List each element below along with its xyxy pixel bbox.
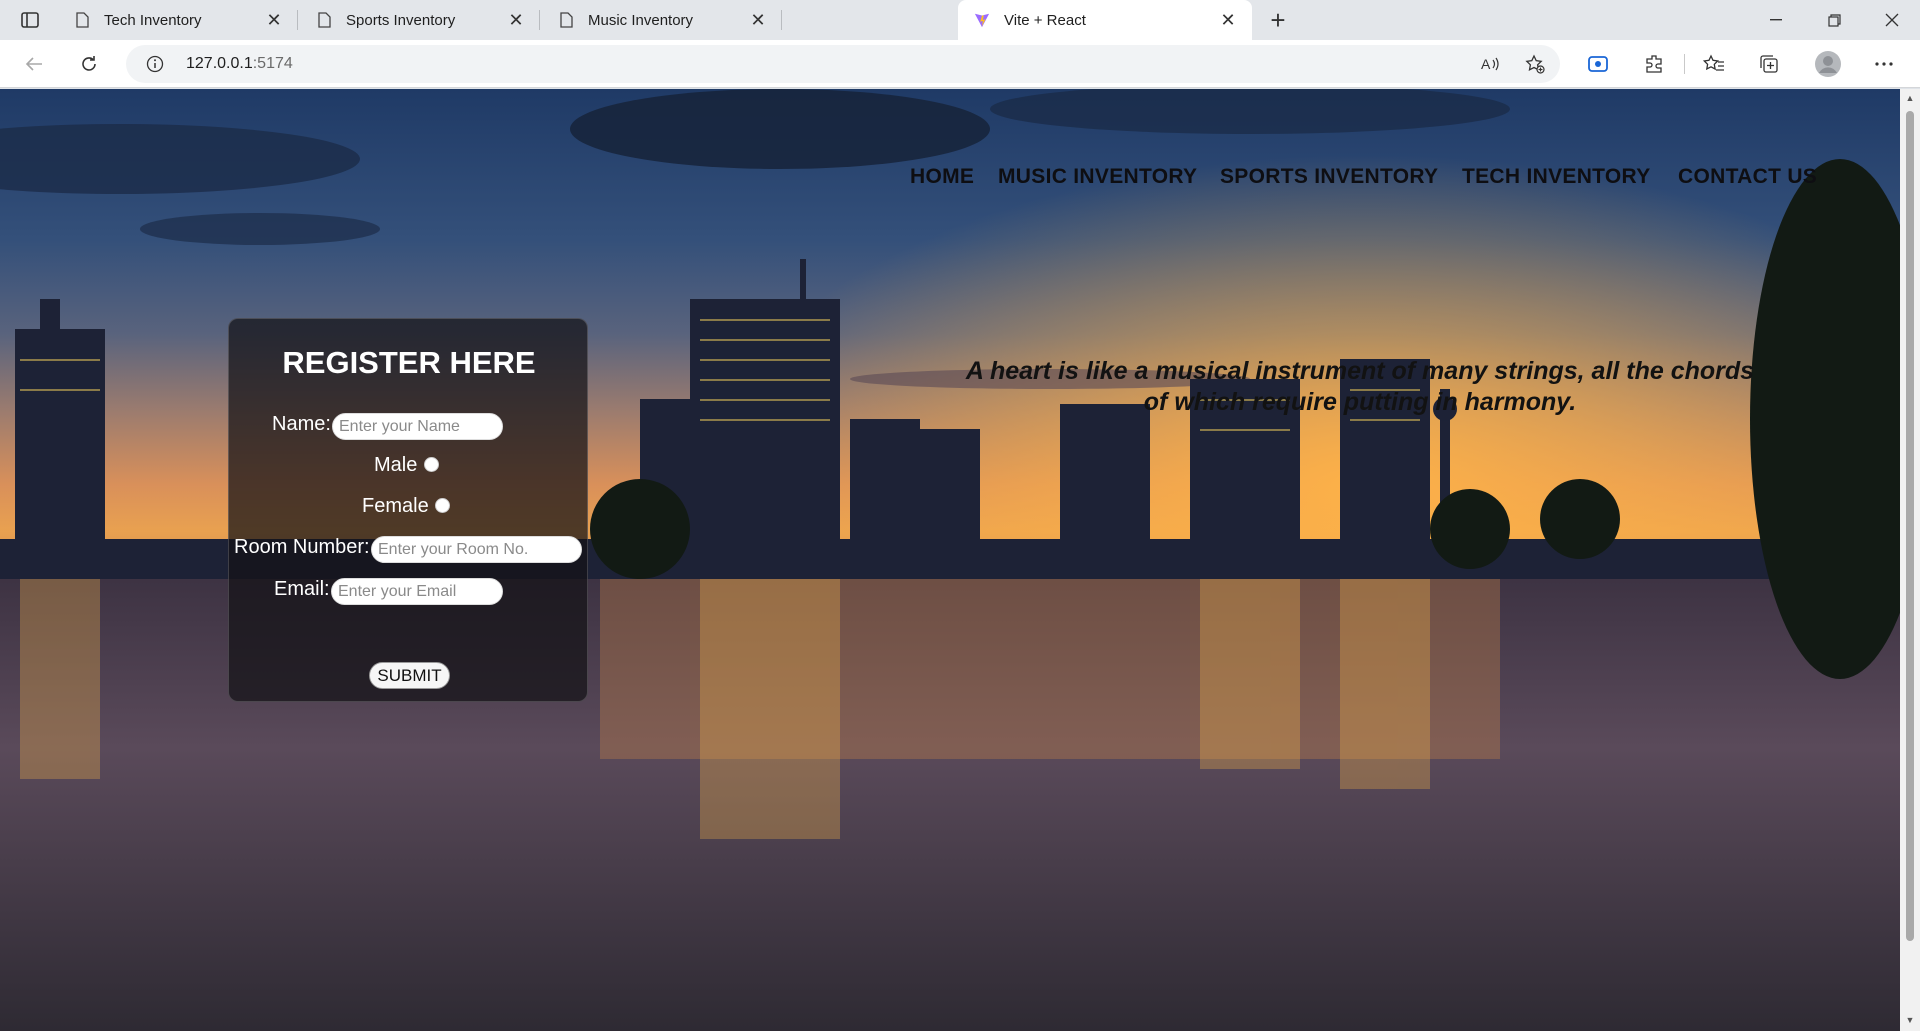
screen-capture-icon[interactable] <box>1582 48 1614 80</box>
page-icon <box>74 11 90 29</box>
page-icon <box>316 11 332 29</box>
site-info-icon[interactable] <box>146 55 164 73</box>
refresh-icon[interactable] <box>73 48 105 80</box>
close-window-icon[interactable] <box>1864 0 1920 40</box>
female-label: Female <box>362 495 429 517</box>
profile-avatar-icon[interactable] <box>1812 48 1844 80</box>
submit-button[interactable]: SUBMIT <box>369 662 450 689</box>
tab-music-inventory[interactable]: Music Inventory ✕ <box>542 0 782 40</box>
url-port: :5174 <box>252 55 293 72</box>
name-label: Name: <box>272 413 331 435</box>
page-icon <box>558 11 574 29</box>
url-text: 127.0.0.1:5174 <box>186 55 293 73</box>
restore-icon[interactable] <box>1806 0 1862 40</box>
extensions-icon[interactable] <box>1638 48 1670 80</box>
collections-icon[interactable] <box>1753 48 1785 80</box>
form-title: REGISTER HERE <box>282 345 536 380</box>
register-form: REGISTER HERE Name: Male Female Room Num… <box>228 318 588 702</box>
nav-music-inventory[interactable]: MUSIC INVENTORY <box>998 165 1197 189</box>
browser-tab-bar: Tech Inventory ✕ Sports Inventory ✕ Musi… <box>0 0 1920 40</box>
close-icon[interactable]: ✕ <box>264 10 284 30</box>
nav-home[interactable]: HOME <box>910 165 974 189</box>
nav-tech-inventory[interactable]: TECH INVENTORY <box>1462 165 1651 189</box>
scroll-up-icon[interactable]: ▲ <box>1905 93 1915 103</box>
close-icon[interactable]: ✕ <box>748 10 768 30</box>
site-navigation: HOME MUSIC INVENTORY SPORTS INVENTORY TE… <box>0 165 1900 205</box>
scroll-down-icon[interactable]: ▼ <box>1905 1015 1915 1025</box>
read-aloud-icon[interactable]: A <box>1474 48 1506 80</box>
tab-title: Tech Inventory <box>104 11 202 29</box>
email-label: Email: <box>274 578 330 600</box>
page-scrollbar[interactable]: ▲ ▼ <box>1900 89 1920 1031</box>
close-icon[interactable]: ✕ <box>1218 10 1238 30</box>
hero-quote: A heart is like a musical instrument of … <box>965 357 1755 416</box>
tab-vite-react[interactable]: Vite + React ✕ <box>958 0 1252 40</box>
url-field[interactable]: 127.0.0.1:5174 <box>126 45 1560 83</box>
name-input[interactable] <box>332 413 503 440</box>
close-icon[interactable]: ✕ <box>506 10 526 30</box>
favorites-icon[interactable] <box>1698 48 1730 80</box>
male-radio[interactable] <box>424 457 439 472</box>
more-options-icon[interactable] <box>1868 48 1900 80</box>
new-tab-icon[interactable]: + <box>1262 4 1294 36</box>
tab-title: Music Inventory <box>588 11 694 29</box>
tab-sports-inventory[interactable]: Sports Inventory ✕ <box>300 0 540 40</box>
toolbar-divider <box>1684 54 1685 74</box>
minimize-icon[interactable] <box>1748 0 1804 40</box>
tab-actions-icon[interactable] <box>12 8 48 32</box>
room-number-input[interactable] <box>371 536 582 563</box>
back-icon[interactable] <box>18 48 50 80</box>
vite-logo-icon <box>974 11 990 29</box>
room-number-label: Room Number: <box>234 536 370 558</box>
address-bar: 127.0.0.1:5174 A <box>0 40 1920 88</box>
nav-contact-us[interactable]: CONTACT US <box>1678 165 1817 189</box>
url-host: 127.0.0.1 <box>186 55 253 72</box>
female-radio[interactable] <box>435 498 450 513</box>
svg-text:A: A <box>1481 56 1491 72</box>
email-input[interactable] <box>331 578 503 605</box>
tab-title: Sports Inventory <box>346 11 456 29</box>
tab-title: Vite + React <box>1004 11 1086 29</box>
male-label: Male <box>374 454 418 476</box>
nav-sports-inventory[interactable]: SPORTS INVENTORY <box>1220 165 1438 189</box>
page-viewport: HOME MUSIC INVENTORY SPORTS INVENTORY TE… <box>0 89 1900 1031</box>
add-favorite-icon[interactable] <box>1519 48 1551 80</box>
tab-tech-inventory[interactable]: Tech Inventory ✕ <box>58 0 298 40</box>
scroll-thumb[interactable] <box>1906 111 1914 941</box>
